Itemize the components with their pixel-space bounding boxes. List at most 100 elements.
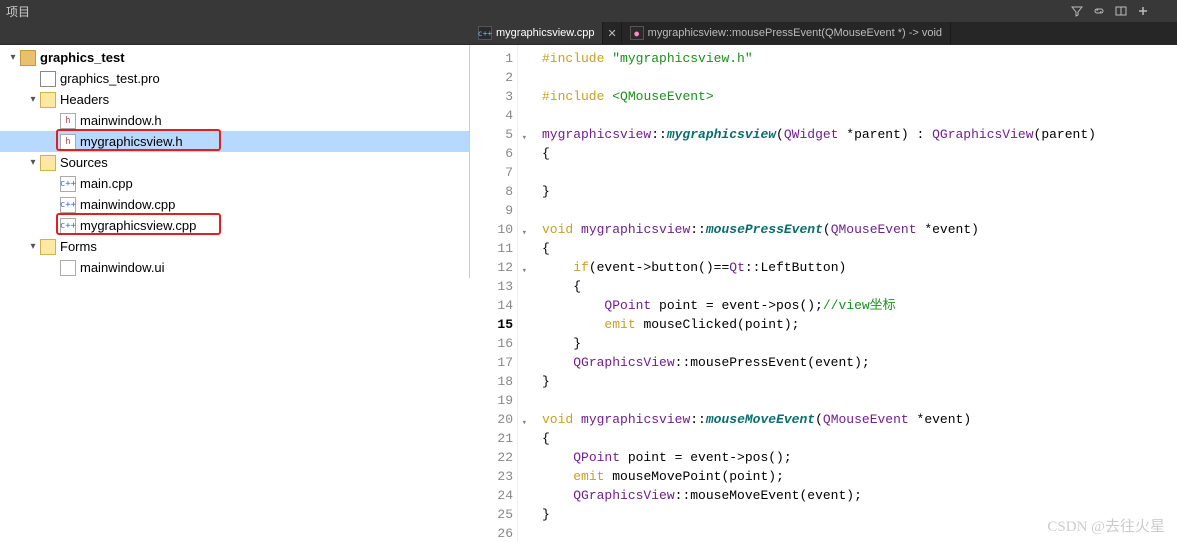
- file-icon: ●: [630, 26, 644, 40]
- line-number[interactable]: 15: [470, 315, 515, 334]
- line-number[interactable]: 1: [470, 49, 515, 68]
- tree-label: Forms: [60, 239, 97, 254]
- code-line[interactable]: void mygraphicsview::mousePressEvent(QMo…: [542, 220, 1177, 239]
- pro-icon: [40, 71, 56, 87]
- code-line[interactable]: [542, 68, 1177, 87]
- tree-item[interactable]: mainwindow.ui: [0, 257, 469, 278]
- ui-icon: [60, 260, 76, 276]
- chevron-icon[interactable]: ▾: [26, 157, 40, 168]
- line-number[interactable]: 10▾: [470, 220, 515, 239]
- line-gutter[interactable]: 12345▾678910▾1112▾1314151617181920▾21222…: [470, 45, 518, 542]
- code-line[interactable]: emit mouseMovePoint(point);: [542, 467, 1177, 486]
- line-number[interactable]: 22: [470, 448, 515, 467]
- tree-item[interactable]: hmygraphicsview.h: [0, 131, 469, 152]
- tree-item[interactable]: ▾graphics_test: [0, 47, 469, 68]
- tree-item[interactable]: h mainwindow.h: [0, 110, 469, 131]
- file-icon: c++: [478, 26, 492, 40]
- close-icon[interactable]: ✕: [607, 27, 616, 40]
- tree-label: Sources: [60, 155, 108, 170]
- code-line[interactable]: [542, 524, 1177, 542]
- fold-icon[interactable]: ▾: [522, 414, 527, 433]
- line-number[interactable]: 18: [470, 372, 515, 391]
- line-number[interactable]: 21: [470, 429, 515, 448]
- line-number[interactable]: 19: [470, 391, 515, 410]
- code-line[interactable]: }: [542, 334, 1177, 353]
- chevron-icon[interactable]: ▾: [6, 52, 20, 63]
- project-title: 项目: [6, 3, 30, 20]
- line-number[interactable]: 7: [470, 163, 515, 182]
- line-number[interactable]: 17: [470, 353, 515, 372]
- tree-item[interactable]: c++ mygraphicsview.cpp: [0, 215, 469, 236]
- split-icon[interactable]: [1113, 3, 1129, 19]
- fold-icon[interactable]: ▾: [522, 224, 527, 243]
- line-number[interactable]: 24: [470, 486, 515, 505]
- code-line[interactable]: {: [542, 429, 1177, 448]
- code-line[interactable]: emit mouseClicked(point);: [542, 315, 1177, 334]
- add-icon[interactable]: [1135, 3, 1151, 19]
- project-tree[interactable]: ▾graphics_testgraphics_test.pro▾Headersh…: [0, 45, 470, 278]
- tree-label: mygraphicsview.cpp: [80, 218, 196, 233]
- editor-tab[interactable]: ● mygraphicsview::mousePressEvent(QMouseE…: [622, 22, 951, 44]
- code-line[interactable]: mygraphicsview::mygraphicsview(QWidget *…: [542, 125, 1177, 144]
- editor-tab[interactable]: ✕: [603, 22, 621, 44]
- line-number[interactable]: 26: [470, 524, 515, 542]
- chevron-icon[interactable]: ▾: [26, 241, 40, 252]
- code-line[interactable]: [542, 201, 1177, 220]
- code-line[interactable]: void mygraphicsview::mouseMoveEvent(QMou…: [542, 410, 1177, 429]
- fold-icon[interactable]: ▾: [522, 262, 527, 281]
- line-number[interactable]: 8: [470, 182, 515, 201]
- code-content[interactable]: #include "mygraphicsview.h" #include <QM…: [518, 45, 1177, 542]
- tree-label: mainwindow.ui: [80, 260, 165, 275]
- line-number[interactable]: 25: [470, 505, 515, 524]
- line-number[interactable]: 23: [470, 467, 515, 486]
- line-number[interactable]: 20▾: [470, 410, 515, 429]
- tree-item[interactable]: ▾Headers: [0, 89, 469, 110]
- code-line[interactable]: {: [542, 277, 1177, 296]
- cpp-icon: c++: [60, 218, 76, 234]
- line-number[interactable]: 16: [470, 334, 515, 353]
- tab-label: mygraphicsview::mousePressEvent(QMouseEv…: [648, 27, 942, 39]
- line-number[interactable]: 5▾: [470, 125, 515, 144]
- code-line[interactable]: }: [542, 372, 1177, 391]
- project-header: 项目: [0, 0, 1177, 22]
- line-number[interactable]: 12▾: [470, 258, 515, 277]
- tree-label: mygraphicsview.h: [80, 134, 183, 149]
- filter-icon[interactable]: [1069, 3, 1085, 19]
- code-line[interactable]: }: [542, 182, 1177, 201]
- tree-label: mainwindow.h: [80, 113, 162, 128]
- fold-icon[interactable]: ▾: [522, 129, 527, 148]
- line-number[interactable]: 3: [470, 87, 515, 106]
- code-line[interactable]: QGraphicsView::mousePressEvent(event);: [542, 353, 1177, 372]
- code-line[interactable]: QGraphicsView::mouseMoveEvent(event);: [542, 486, 1177, 505]
- tree-item[interactable]: c++main.cpp: [0, 173, 469, 194]
- code-line[interactable]: QPoint point = event->pos();: [542, 448, 1177, 467]
- tree-item[interactable]: ▾ Sources: [0, 152, 469, 173]
- code-line[interactable]: }: [542, 505, 1177, 524]
- code-line[interactable]: #include <QMouseEvent>: [542, 87, 1177, 106]
- editor-tab[interactable]: c++mygraphicsview.cpp: [470, 22, 603, 44]
- code-line[interactable]: #include "mygraphicsview.h": [542, 49, 1177, 68]
- code-line[interactable]: [542, 106, 1177, 125]
- code-line[interactable]: {: [542, 144, 1177, 163]
- code-line[interactable]: [542, 391, 1177, 410]
- tree-item[interactable]: ▾ Forms: [0, 236, 469, 257]
- h-icon: h: [60, 113, 76, 129]
- tree-label: graphics_test.pro: [60, 71, 160, 86]
- tree-label: mainwindow.cpp: [80, 197, 175, 212]
- line-number[interactable]: 6: [470, 144, 515, 163]
- line-number[interactable]: 11: [470, 239, 515, 258]
- code-line[interactable]: if(event->button()==Qt::LeftButton): [542, 258, 1177, 277]
- code-line[interactable]: QPoint point = event->pos();//view坐标: [542, 296, 1177, 315]
- line-number[interactable]: 14: [470, 296, 515, 315]
- code-line[interactable]: {: [542, 239, 1177, 258]
- link-icon[interactable]: [1091, 3, 1107, 19]
- tree-item[interactable]: c++mainwindow.cpp: [0, 194, 469, 215]
- line-number[interactable]: 2: [470, 68, 515, 87]
- line-number[interactable]: 9: [470, 201, 515, 220]
- chevron-icon[interactable]: ▾: [26, 94, 40, 105]
- tree-item[interactable]: graphics_test.pro: [0, 68, 469, 89]
- line-number[interactable]: 13: [470, 277, 515, 296]
- code-editor[interactable]: 12345▾678910▾1112▾1314151617181920▾21222…: [470, 45, 1177, 542]
- line-number[interactable]: 4: [470, 106, 515, 125]
- code-line[interactable]: [542, 163, 1177, 182]
